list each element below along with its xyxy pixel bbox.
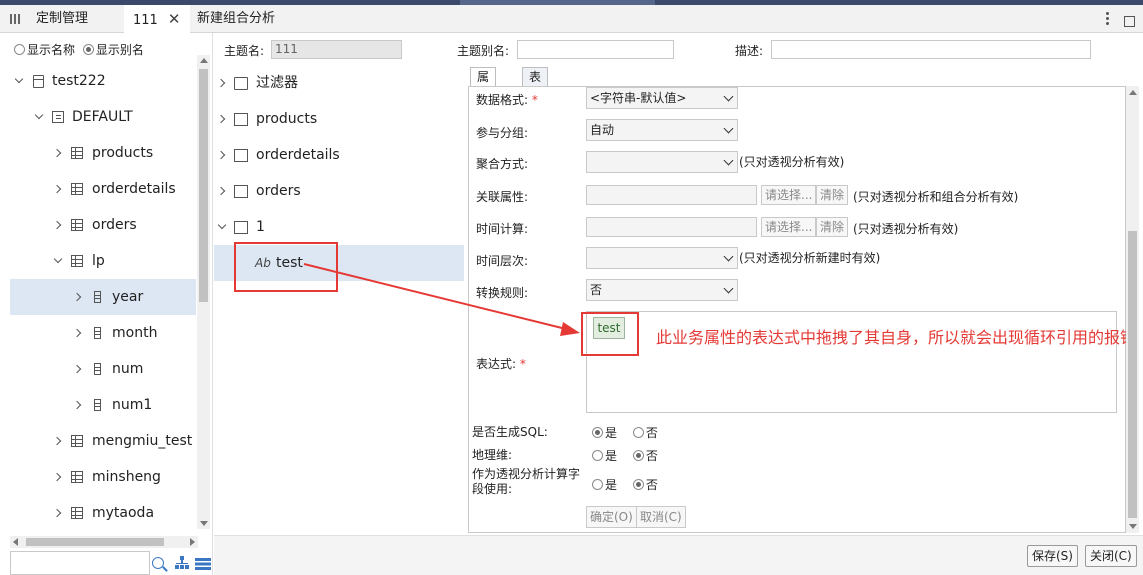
annotation-arrow-line <box>303 263 567 330</box>
annotation-arrow <box>303 263 580 336</box>
annotation-arrow-head <box>560 322 580 336</box>
